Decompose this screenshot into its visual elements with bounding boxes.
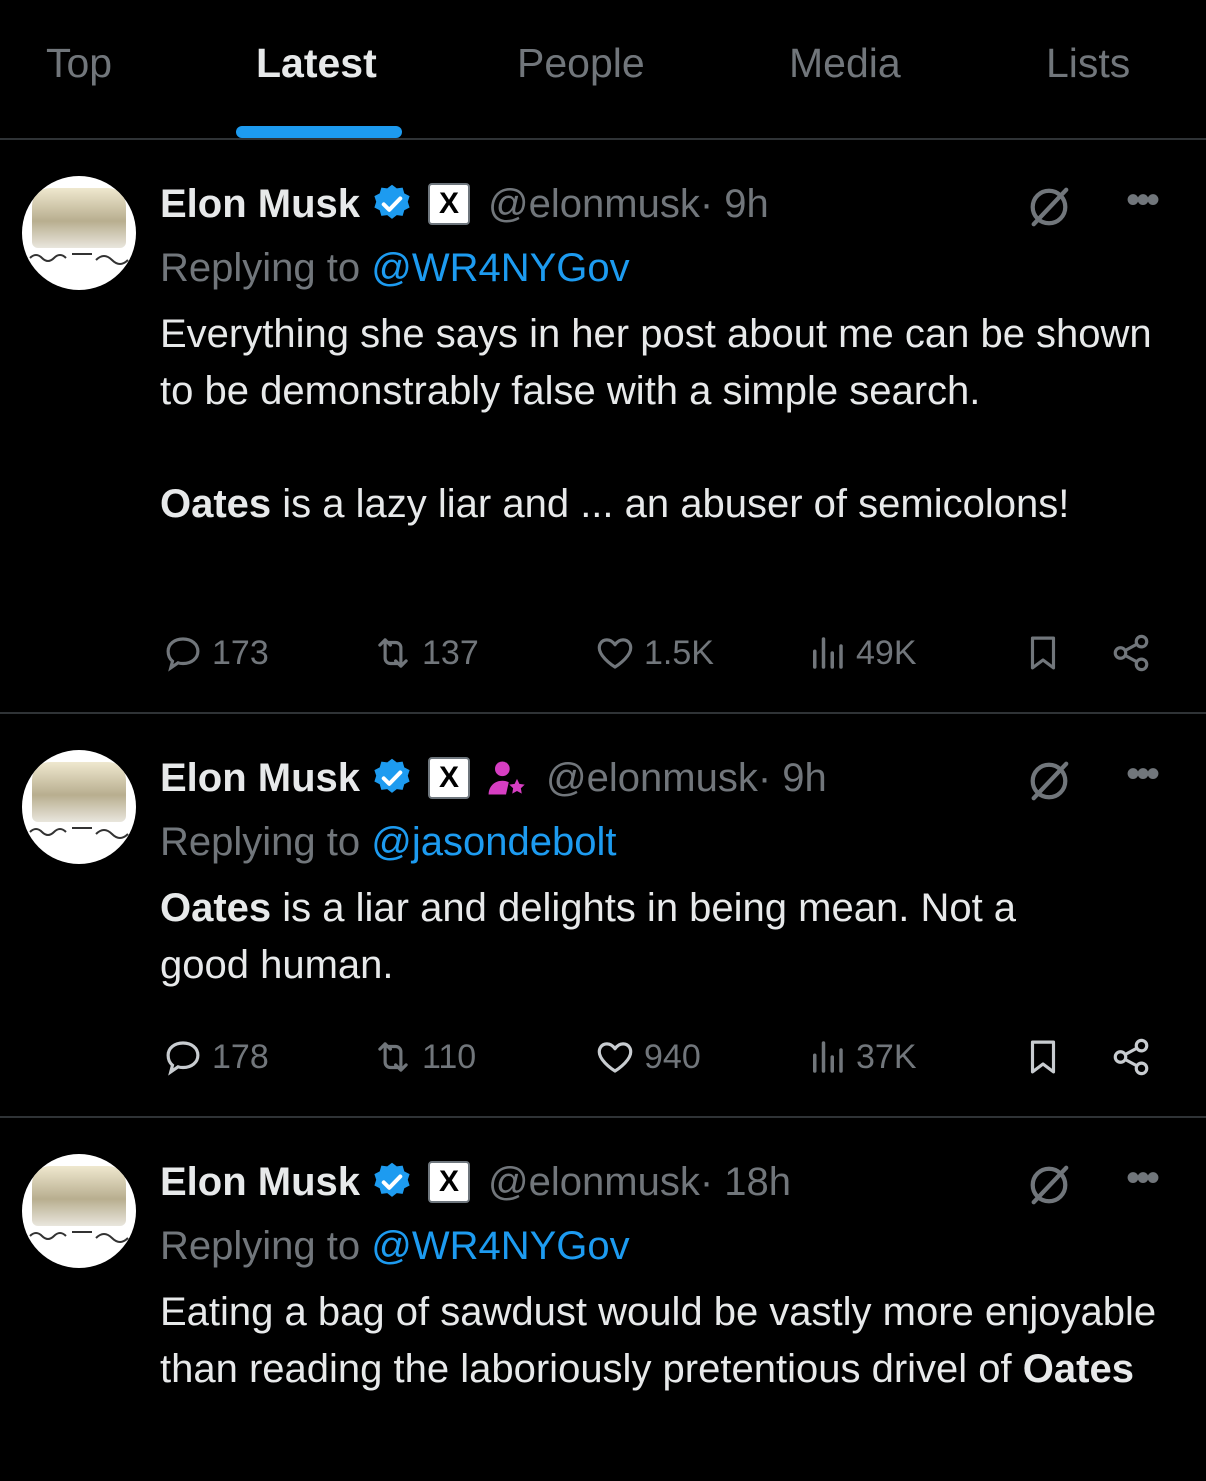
- verified-icon: [374, 1162, 410, 1197]
- author-name[interactable]: Elon Musk: [160, 1160, 360, 1205]
- reply-icon: [166, 1041, 200, 1076]
- tweet[interactable]: Elon Musk X @elonmusk · 18h ••• Replying…: [0, 1120, 1206, 1481]
- bookmark-button[interactable]: [1022, 1032, 1064, 1082]
- bookmark-button[interactable]: [1022, 628, 1064, 678]
- replying-to: Replying to @WR4NYGov: [160, 1224, 630, 1268]
- share-icon: [1113, 1038, 1149, 1076]
- views-icon: [813, 637, 843, 669]
- replying-to: Replying to @jasondebolt: [160, 820, 617, 864]
- share-button[interactable]: [1110, 628, 1152, 678]
- x-affiliation-icon[interactable]: X: [428, 757, 471, 799]
- tweet-actions: 178 110 940 37K: [0, 1032, 1206, 1082]
- verified-icon: [374, 758, 410, 793]
- more-icon[interactable]: •••: [1126, 180, 1160, 220]
- reply-button[interactable]: 178: [162, 1032, 269, 1082]
- reply-count: 178: [212, 1037, 269, 1076]
- repost-button[interactable]: 137: [372, 628, 479, 678]
- active-tab-indicator: [236, 126, 402, 138]
- views-icon: [813, 1041, 843, 1073]
- search-tabs: Top Latest People Media Lists: [0, 0, 1206, 140]
- repost-count: 110: [422, 1037, 477, 1076]
- tweet-text: Eating a bag of sawdust would be vastly …: [160, 1290, 1157, 1391]
- view-count: 37K: [856, 1037, 917, 1076]
- share-icon: [1113, 634, 1149, 672]
- views-button[interactable]: 49K: [806, 628, 917, 678]
- reply-icon: [166, 637, 200, 672]
- author-handle[interactable]: @elonmusk: [488, 182, 700, 227]
- tab-people[interactable]: People: [517, 40, 645, 87]
- replying-to: Replying to @WR4NYGov: [160, 246, 630, 290]
- avatar[interactable]: [22, 176, 136, 290]
- bookmark-icon: [1030, 636, 1056, 670]
- reply-count: 173: [212, 633, 269, 672]
- repost-button[interactable]: 110: [372, 1032, 476, 1082]
- tab-lists[interactable]: Lists: [1046, 40, 1130, 87]
- like-count: 940: [644, 1037, 701, 1076]
- tweet-actions: 173 137 1.5K 49K: [0, 628, 1206, 678]
- reply-button[interactable]: 173: [162, 628, 269, 678]
- grok-icon[interactable]: [1026, 758, 1072, 804]
- repost-icon: [378, 1042, 408, 1072]
- like-button[interactable]: 1.5K: [594, 628, 714, 678]
- tweet[interactable]: Elon Musk X @elonmusk · 9h ••• Replying …: [0, 716, 1206, 1118]
- x-affiliation-icon[interactable]: X: [428, 1161, 471, 1203]
- verified-icon: [374, 184, 410, 219]
- author-handle[interactable]: @elonmusk: [488, 1160, 700, 1205]
- like-count: 1.5K: [644, 633, 714, 672]
- x-affiliation-icon[interactable]: X: [428, 183, 471, 225]
- tab-top[interactable]: Top: [46, 40, 112, 87]
- timestamp[interactable]: · 18h: [700, 1160, 791, 1205]
- share-button[interactable]: [1110, 1032, 1152, 1082]
- more-icon[interactable]: •••: [1126, 754, 1160, 794]
- reply-mention[interactable]: @WR4NYGov: [371, 1224, 629, 1268]
- repost-icon: [378, 638, 408, 668]
- tweet-text: Everything she says in her post about me…: [160, 312, 1152, 526]
- tab-media[interactable]: Media: [789, 40, 901, 87]
- reply-mention[interactable]: @jasondebolt: [371, 820, 616, 864]
- grok-icon[interactable]: [1026, 184, 1072, 230]
- author-handle[interactable]: @elonmusk: [546, 756, 758, 801]
- author-name[interactable]: Elon Musk: [160, 756, 360, 801]
- timestamp[interactable]: · 9h: [700, 182, 769, 227]
- view-count: 49K: [856, 633, 917, 672]
- timestamp[interactable]: · 9h: [758, 756, 827, 801]
- author-name[interactable]: Elon Musk: [160, 182, 360, 227]
- bookmark-icon: [1030, 1040, 1056, 1074]
- heart-icon: [597, 638, 633, 669]
- views-button[interactable]: 37K: [806, 1032, 917, 1082]
- tab-latest[interactable]: Latest: [256, 40, 377, 87]
- more-icon[interactable]: •••: [1126, 1158, 1160, 1198]
- avatar[interactable]: [22, 750, 136, 864]
- repost-count: 137: [422, 633, 479, 672]
- grok-icon[interactable]: [1026, 1162, 1072, 1208]
- tweet-text: Oates is a liar and delights in being me…: [160, 886, 1017, 987]
- tweet[interactable]: Elon Musk X @elonmusk · 9h ••• Replying …: [0, 142, 1206, 714]
- like-button[interactable]: 940: [594, 1032, 701, 1082]
- reply-mention[interactable]: @WR4NYGov: [371, 246, 629, 290]
- avatar[interactable]: [22, 1154, 136, 1268]
- person-star-icon[interactable]: [484, 756, 528, 800]
- heart-icon: [597, 1042, 633, 1073]
